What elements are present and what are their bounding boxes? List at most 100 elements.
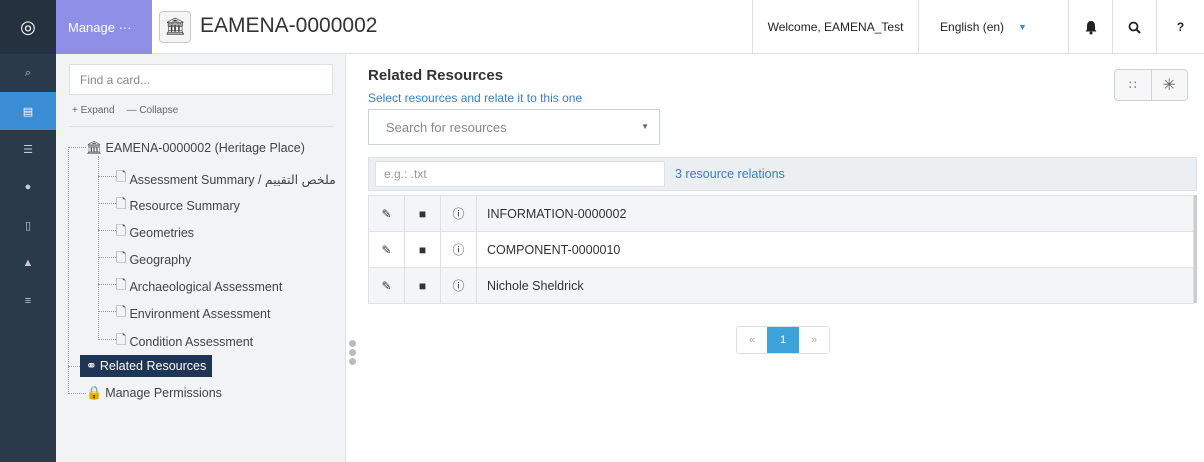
welcome-user[interactable]: Welcome, EAMENA_Test [752, 0, 918, 54]
tree-connector [68, 366, 80, 367]
tree-node-related-resources[interactable]: ⚭ Related Resources [80, 355, 213, 377]
menu-icon[interactable]: ≡ [0, 282, 56, 320]
tree-connector [68, 393, 86, 394]
file-icon: 🗋 [116, 169, 127, 184]
tree-node-label: Resource Summary [129, 199, 240, 213]
table-row: ✎ ■ ⓘ COMPONENT-0000010 [368, 231, 1194, 268]
file-icon: 🗋 [116, 304, 127, 319]
heritage-place-icon: 🏛 [159, 11, 191, 43]
file-icon: 🗋 [116, 332, 127, 347]
heritage-place-icon: 🏛 [86, 140, 103, 155]
expand-button[interactable]: + Expand [72, 105, 115, 116]
relation-count: 3 resource relations [675, 167, 785, 181]
page-button-current[interactable]: 1 [767, 327, 799, 353]
info-icon[interactable]: ⓘ [440, 267, 477, 304]
user-icon[interactable]: ▲ [0, 244, 56, 282]
relations-filter-input[interactable] [375, 161, 665, 187]
tree-connector [98, 203, 116, 204]
file-icon: 🗋 [116, 196, 127, 211]
grid-view-icon[interactable]: ∷ [1115, 70, 1151, 100]
tree-connector [98, 176, 116, 177]
top-search-icon[interactable] [1112, 0, 1156, 54]
list-icon[interactable]: ☰ [0, 130, 56, 168]
page-subtitle: Select resources and relate it to this o… [368, 91, 583, 105]
tree-node-label: EAMENA-0000002 (Heritage Place) [105, 141, 305, 155]
tree-node-resource-summary[interactable]: 🗋 Resource Summary [116, 195, 240, 217]
edit-icon[interactable]: ✎ [368, 267, 405, 304]
related-resource-name[interactable]: COMPONENT-0000010 [476, 231, 1194, 268]
grip-dot [349, 349, 356, 356]
app-logo[interactable]: ◎ [0, 0, 56, 54]
top-bar: Manage ··· 🏛 EAMENA-0000002 Welcome, EAM… [56, 0, 1204, 54]
tree-node-geometries[interactable]: 🗋 Geometries [116, 222, 194, 244]
table-row: ✎ ■ ⓘ Nichole Sheldrick [368, 267, 1194, 304]
trash-icon[interactable]: ■ [404, 195, 441, 232]
language-label: English (en) [940, 20, 1005, 34]
relations-filter-bar: 3 resource relations [368, 157, 1197, 191]
resource-title: EAMENA-0000002 [200, 14, 378, 37]
file-icon: 🗋 [116, 277, 127, 292]
panel-resize-handle[interactable] [349, 340, 356, 365]
tree-root-node[interactable]: 🏛 EAMENA-0000002 (Heritage Place) [86, 140, 305, 156]
tree-node-label: Geography [129, 253, 192, 267]
caret-down-icon: ▼ [641, 122, 649, 131]
find-card-input[interactable] [69, 64, 333, 95]
tree-connector [98, 156, 99, 340]
card-tree-panel: + Expand — Collapse 🏛 EAMENA-0000002 (He… [56, 54, 346, 462]
tree-node-label: Condition Assessment [129, 335, 254, 349]
tree-node-archaeological-assessment[interactable]: 🗋 Archaeological Assessment [116, 276, 282, 298]
tree-node-label: Geometries [129, 226, 195, 240]
tree-divider [69, 126, 333, 127]
clipboard-icon[interactable]: ▯ [0, 206, 56, 244]
related-resource-name[interactable]: Nichole Sheldrick [476, 267, 1194, 304]
globe-icon[interactable]: ● [0, 168, 56, 206]
tree-connector [68, 147, 69, 394]
next-page-button[interactable]: » [799, 327, 829, 353]
relations-table: ✎ ■ ⓘ INFORMATION-0000002 ✎ ■ ⓘ COMPONEN… [368, 195, 1194, 304]
view-toggle-group: ∷ ✳ [1114, 69, 1188, 101]
caret-down-icon: ▼ [1018, 22, 1027, 32]
lock-icon: 🔒 [86, 385, 103, 400]
grip-dot [349, 340, 356, 347]
tree-node-label: Manage Permissions [105, 386, 222, 400]
app: ◎ ⌕ ▤ ☰ ● ▯ ▲ ≡ Manage ··· 🏛 EAMENA-0000… [0, 0, 1204, 462]
file-icon: 🗋 [116, 223, 127, 238]
search-icon[interactable]: ⌕ [0, 54, 56, 92]
info-icon[interactable]: ⓘ [440, 231, 477, 268]
resource-search-select[interactable]: Search for resources ▼ [368, 109, 660, 145]
tree-connector [98, 257, 116, 258]
table-scrollbar[interactable] [1194, 195, 1197, 303]
tree-node-condition-assessment[interactable]: 🗋 Condition Assessment [116, 331, 253, 353]
info-icon[interactable]: ⓘ [440, 195, 477, 232]
resource-search-placeholder: Search for resources [386, 119, 507, 135]
tree-node-assessment-summary[interactable]: 🗋 Assessment Summary / ملخص التقييم [116, 168, 336, 190]
edit-icon[interactable]: ✎ [368, 231, 405, 268]
tree-node-manage-permissions[interactable]: 🔒 Manage Permissions [86, 385, 222, 401]
expand-collapse-controls: + Expand — Collapse [72, 105, 178, 116]
help-icon[interactable]: ? [1156, 0, 1204, 54]
file-icon: 🗋 [116, 250, 127, 265]
tree-node-label: Environment Assessment [129, 307, 271, 321]
edit-icon[interactable]: ✎ [368, 195, 405, 232]
tree-node-environment-assessment[interactable]: 🗋 Environment Assessment [116, 303, 271, 325]
bell-icon[interactable] [1068, 0, 1112, 54]
page-title: Related Resources [368, 67, 504, 84]
prev-page-button[interactable]: « [737, 327, 767, 353]
tree-node-geography[interactable]: 🗋 Geography [116, 249, 191, 271]
trash-icon[interactable]: ■ [404, 231, 441, 268]
related-resource-name[interactable]: INFORMATION-0000002 [476, 195, 1194, 232]
tree-connector [98, 230, 116, 231]
tree-node-label: Related Resources [99, 359, 207, 373]
tree-connector [68, 147, 86, 148]
collapse-button[interactable]: — Collapse [127, 105, 179, 116]
left-rail: ◎ ⌕ ▤ ☰ ● ▯ ▲ ≡ [0, 0, 56, 462]
graph-view-icon[interactable]: ✳ [1150, 70, 1188, 100]
language-select[interactable]: English (en) ▼ [918, 0, 1048, 54]
book-icon[interactable]: ▤ [0, 92, 56, 130]
tree-connector [98, 311, 116, 312]
manage-button[interactable]: Manage ··· [56, 0, 152, 54]
related-resources-panel: Related Resources Select resources and r… [358, 54, 1204, 462]
tree-node-label: Assessment Summary / ملخص التقييم [129, 172, 336, 187]
magnifier-svg [1128, 21, 1141, 34]
trash-icon[interactable]: ■ [404, 267, 441, 304]
